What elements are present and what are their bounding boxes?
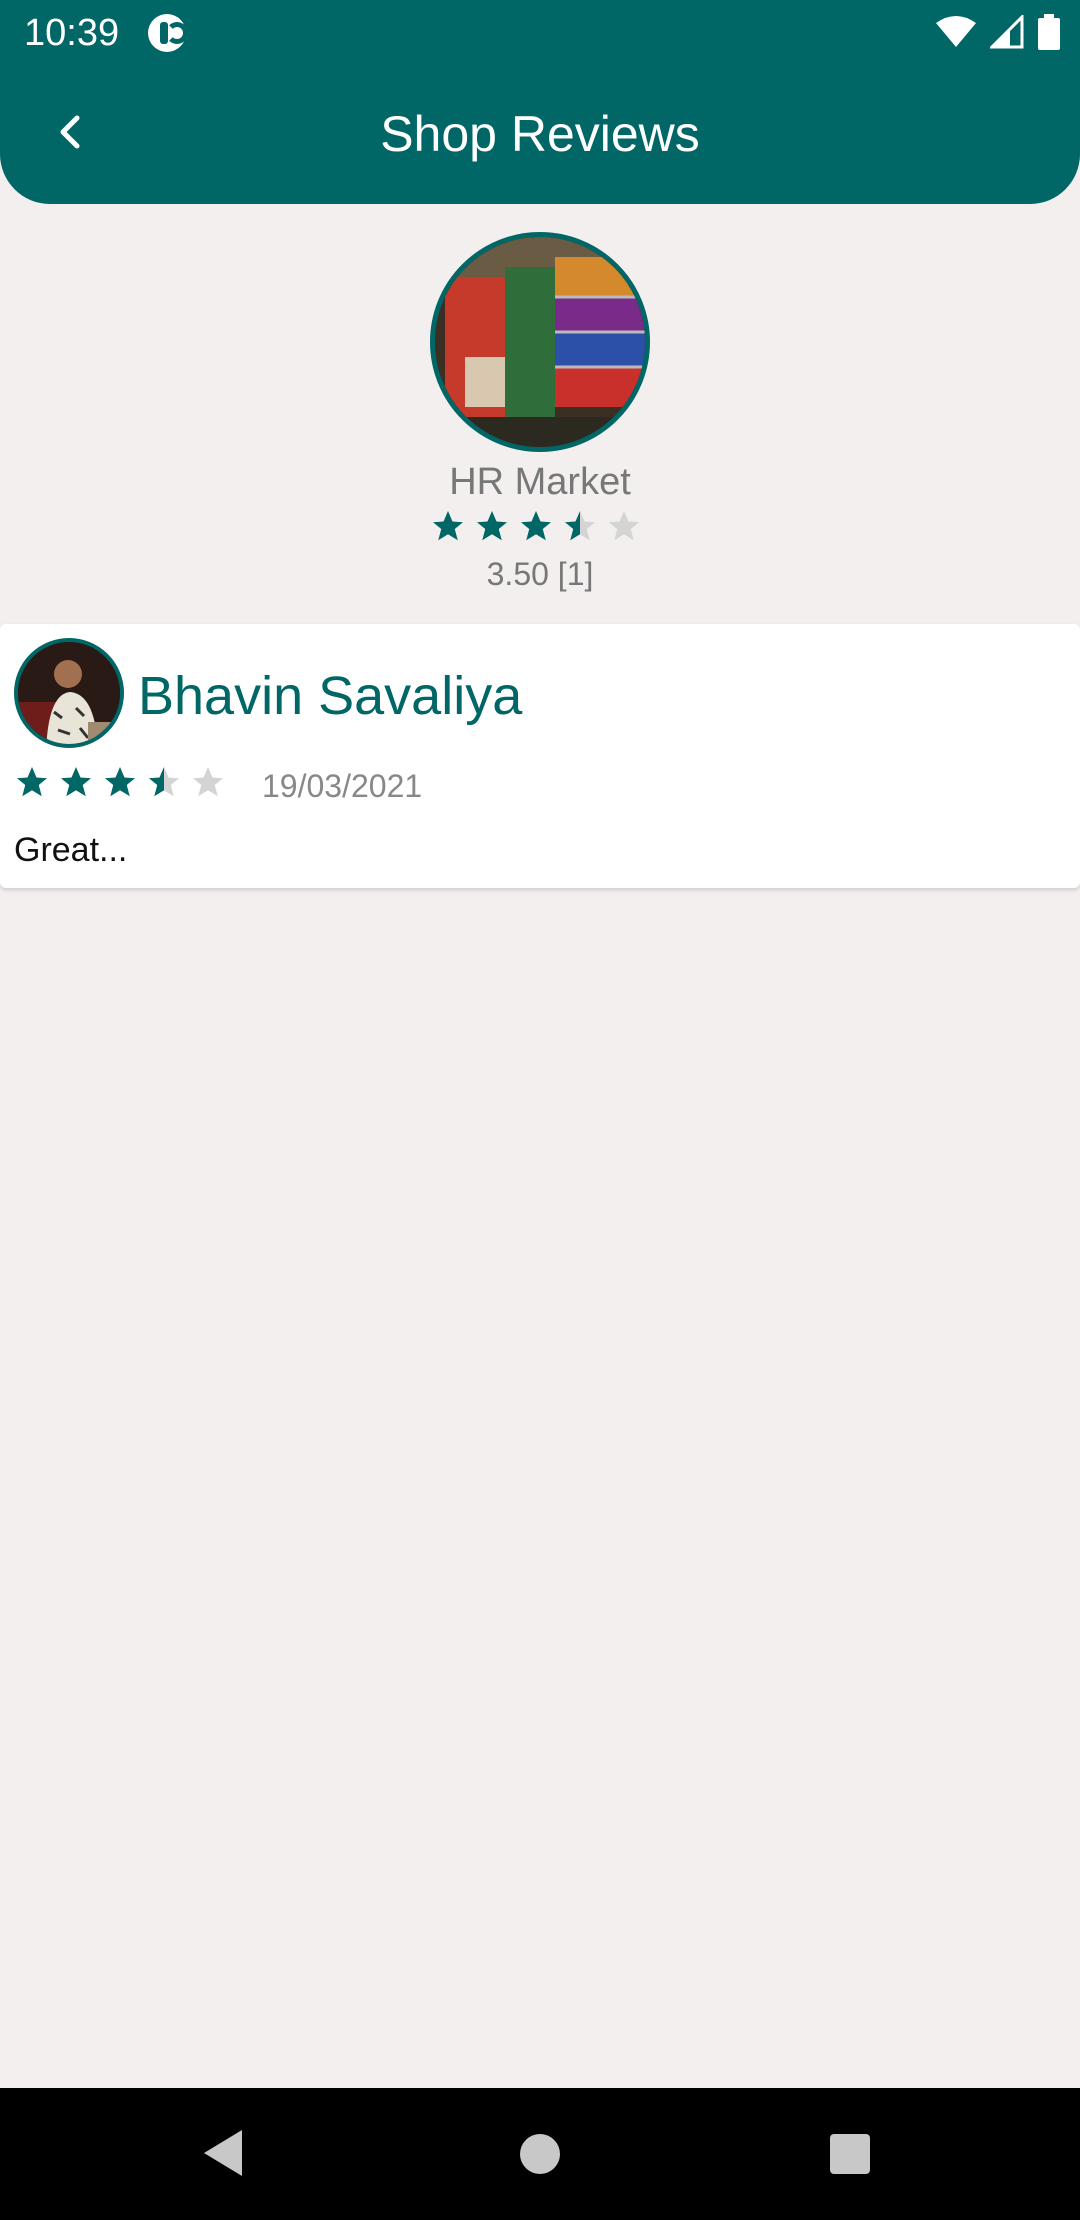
system-navigation-bar [0,2088,1080,2220]
battery-icon [1038,14,1060,50]
star-icon [521,511,551,541]
review-date: 19/03/2021 [262,768,423,804]
shop-rating-text: 3.50 [1] [486,556,594,592]
status-time: 10:39 [24,12,120,54]
nav-recents-icon[interactable] [830,2134,870,2174]
star-half-icon [149,767,179,797]
review-card[interactable]: Bhavin Savaliya 19/03/2021 Great... [0,624,1080,888]
reviewer-name: Bhavin Savaliya [138,666,523,726]
app-bar: 10:39 Shop Reviews [0,0,1080,204]
star-empty-icon [193,767,223,797]
wifi-icon [936,16,976,47]
shop-name: HR Market [449,461,631,503]
page-title: Shop Reviews [380,106,700,162]
star-icon [433,511,463,541]
signal-icon [990,15,1024,49]
star-icon [61,767,91,797]
star-icon [17,767,47,797]
nav-back-icon[interactable] [200,2128,246,2178]
star-icon [477,511,507,541]
nav-home-icon[interactable] [520,2134,560,2174]
star-half-icon [565,511,595,541]
review-rating-stars [14,764,226,800]
review-text: Great... [14,831,128,869]
reviewer-avatar [14,638,124,748]
status-icons [936,14,1060,50]
shop-image [430,232,650,452]
star-icon [105,767,135,797]
app-notification-icon [148,14,188,52]
star-empty-icon [609,511,639,541]
shop-rating-stars [430,508,642,544]
